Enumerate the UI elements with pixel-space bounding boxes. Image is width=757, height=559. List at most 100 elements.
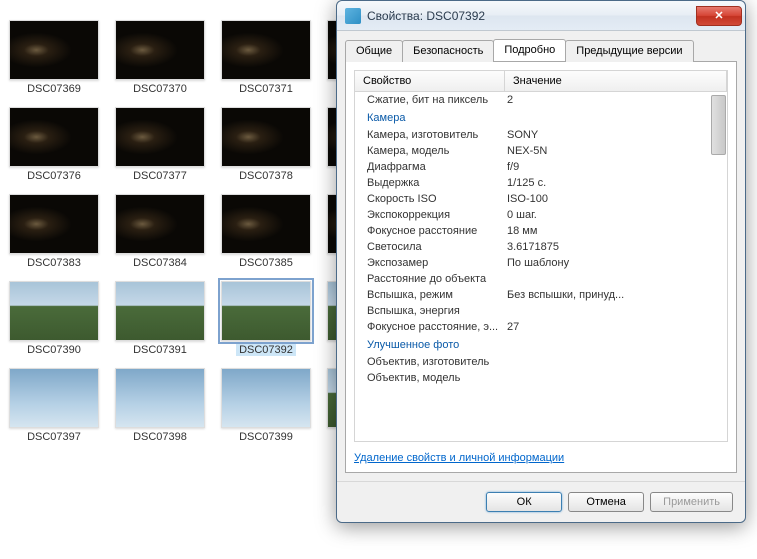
property-name: Объектив, изготовитель (355, 356, 505, 368)
property-name: Вспышка, энергия (355, 305, 505, 317)
tab-Подробно[interactable]: Подробно (493, 39, 566, 61)
property-row[interactable]: Камера, модельNEX-5N (355, 143, 727, 159)
thumbnail-label: DSC07369 (27, 83, 81, 95)
thumbnail[interactable]: DSC07369 (8, 20, 100, 95)
property-row[interactable]: Экспокоррекция0 шаг. (355, 207, 727, 223)
property-row[interactable]: Расстояние до объекта (355, 271, 727, 287)
titlebar[interactable]: Свойства: DSC07392 ✕ (337, 1, 745, 31)
thumbnail-image (221, 194, 311, 254)
thumbnail[interactable]: DSC07376 (8, 107, 100, 182)
thumbnail-image (115, 368, 205, 428)
property-row[interactable]: Объектив, модель (355, 370, 727, 386)
thumbnail-label: DSC07390 (27, 344, 81, 356)
thumbnail[interactable]: DSC07377 (114, 107, 206, 182)
property-value: SONY (505, 129, 727, 141)
property-value: ISO-100 (505, 193, 727, 205)
thumbnail-image (9, 281, 99, 341)
thumbnail[interactable]: DSC07378 (220, 107, 312, 182)
property-value: 0 шаг. (505, 209, 727, 221)
property-value (505, 372, 727, 384)
thumbnail-image (115, 281, 205, 341)
tab-Общие[interactable]: Общие (345, 40, 403, 62)
header-value[interactable]: Значение (505, 71, 727, 91)
property-name: Сжатие, бит на пиксель (355, 94, 505, 106)
property-name: Экспозамер (355, 257, 505, 269)
property-row[interactable]: Вспышка, энергия (355, 303, 727, 319)
thumbnail[interactable]: DSC07383 (8, 194, 100, 269)
thumbnail[interactable]: DSC07392 (220, 281, 312, 356)
thumbnail[interactable]: DSC07397 (8, 368, 100, 443)
cancel-button[interactable]: Отмена (568, 492, 644, 512)
thumbnail-image (115, 20, 205, 80)
property-row[interactable]: Фокусное расстояние18 мм (355, 223, 727, 239)
tab-Безопасность[interactable]: Безопасность (402, 40, 494, 62)
property-row[interactable]: Выдержка1/125 с. (355, 175, 727, 191)
remove-properties-link[interactable]: Удаление свойств и личной информации (354, 452, 564, 464)
thumbnail[interactable]: DSC07384 (114, 194, 206, 269)
ok-button[interactable]: ОК (486, 492, 562, 512)
property-name: Расстояние до объекта (355, 273, 505, 285)
scrollbar-thumb[interactable] (711, 95, 726, 155)
property-list[interactable]: Свойство Значение Сжатие, бит на пиксель… (354, 70, 728, 442)
thumbnail-label: DSC07370 (133, 83, 187, 95)
thumbnail[interactable]: DSC07399 (220, 368, 312, 443)
thumbnail-label: DSC07385 (239, 257, 293, 269)
property-value: f/9 (505, 161, 727, 173)
property-value (505, 273, 727, 285)
tab-Предыдущие версии[interactable]: Предыдущие версии (565, 40, 693, 62)
thumbnail-label: DSC07391 (133, 344, 187, 356)
dialog-body: ОбщиеБезопасностьПодробноПредыдущие верс… (337, 31, 745, 481)
button-row: ОК Отмена Применить (337, 481, 745, 522)
property-group: Улучшенное фото (355, 335, 727, 354)
property-header: Свойство Значение (355, 71, 727, 92)
property-name: Вспышка, режим (355, 289, 505, 301)
thumbnail-image (115, 107, 205, 167)
header-property[interactable]: Свойство (355, 71, 505, 91)
property-row[interactable]: Скорость ISOISO-100 (355, 191, 727, 207)
property-name: Светосила (355, 241, 505, 253)
property-value (505, 356, 727, 368)
property-group: Камера (355, 108, 727, 127)
thumbnail-label: DSC07397 (27, 431, 81, 443)
thumbnail-image (9, 107, 99, 167)
thumbnail-label: DSC07377 (133, 170, 187, 182)
property-name: Диафрагма (355, 161, 505, 173)
thumbnail-label: DSC07376 (27, 170, 81, 182)
property-row[interactable]: Светосила3.6171875 (355, 239, 727, 255)
thumbnail-image (9, 194, 99, 254)
thumbnail[interactable]: DSC07385 (220, 194, 312, 269)
close-icon: ✕ (714, 9, 723, 22)
property-row[interactable]: Камера, изготовительSONY (355, 127, 727, 143)
thumbnail-image (115, 194, 205, 254)
property-name: Скорость ISO (355, 193, 505, 205)
property-row[interactable]: Фокусное расстояние, э...27 (355, 319, 727, 335)
property-value: 18 мм (505, 225, 727, 237)
property-row[interactable]: Вспышка, режимБез вспышки, принуд... (355, 287, 727, 303)
thumbnail[interactable]: DSC07370 (114, 20, 206, 95)
apply-button[interactable]: Применить (650, 492, 733, 512)
thumbnail-image (221, 107, 311, 167)
property-value: 3.6171875 (505, 241, 727, 253)
properties-dialog: Свойства: DSC07392 ✕ ОбщиеБезопасностьПо… (336, 0, 746, 523)
property-row[interactable]: Диафрагмаf/9 (355, 159, 727, 175)
property-row[interactable]: ЭкспозамерПо шаблону (355, 255, 727, 271)
window-title: Свойства: DSC07392 (367, 9, 696, 23)
tab-strip: ОбщиеБезопасностьПодробноПредыдущие верс… (345, 39, 737, 62)
property-value: По шаблону (505, 257, 727, 269)
thumbnail[interactable]: DSC07371 (220, 20, 312, 95)
thumbnail[interactable]: DSC07398 (114, 368, 206, 443)
property-name: Выдержка (355, 177, 505, 189)
thumbnail[interactable]: DSC07390 (8, 281, 100, 356)
property-name: Камера, модель (355, 145, 505, 157)
property-row[interactable]: Объектив, изготовитель (355, 354, 727, 370)
thumbnail-image (221, 20, 311, 80)
thumbnail-label: DSC07398 (133, 431, 187, 443)
thumbnail-image (9, 20, 99, 80)
property-value: 2 (505, 94, 727, 106)
property-row[interactable]: Сжатие, бит на пиксель2 (355, 92, 727, 108)
property-value (505, 305, 727, 317)
thumbnail[interactable]: DSC07391 (114, 281, 206, 356)
close-button[interactable]: ✕ (696, 6, 742, 26)
window-icon (345, 8, 361, 24)
property-name: Экспокоррекция (355, 209, 505, 221)
